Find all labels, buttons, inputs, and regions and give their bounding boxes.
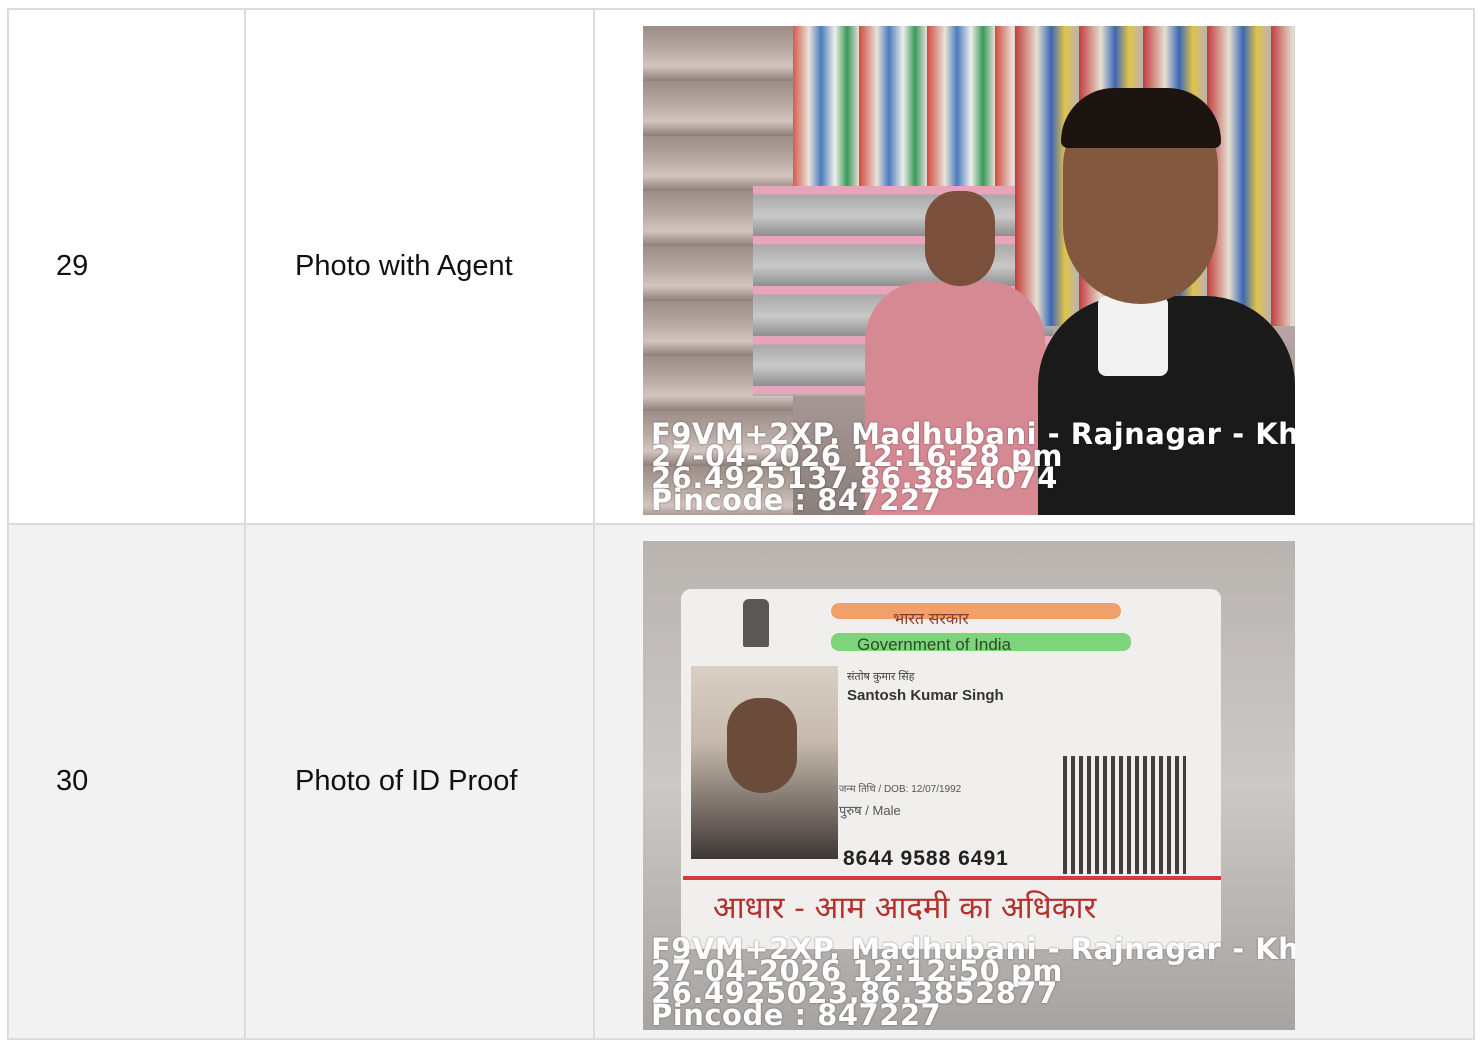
row-label: Photo of ID Proof	[244, 523, 595, 1040]
geo-stamp: F9VM+2XP, Madhubani - Rajnagar - Khut 27…	[651, 935, 1295, 1030]
row-number: 29	[7, 8, 246, 525]
card-hindi-header: भारत सरकार	[893, 611, 969, 628]
row-number: 30	[7, 523, 246, 1040]
card-tagline: आधार - आम आदमी का अधिकार	[713, 890, 1097, 926]
report-table: 29 Photo with Agent F9VM+2XP, Madhubani …	[7, 8, 1475, 1040]
card-name: Santosh Kumar Singh	[847, 687, 1004, 704]
card-uid: 8644 9588 6491	[843, 847, 1009, 870]
agent-photo[interactable]: F9VM+2XP, Madhubani - Rajnagar - Khut 27…	[643, 26, 1295, 515]
card-dob: जन्म तिथि / DOB: 12/07/1992	[839, 784, 962, 795]
id-proof-photo[interactable]: भारत सरकार Government of India संतोष कुम…	[643, 541, 1295, 1030]
emblem-icon	[743, 599, 769, 647]
geo-stamp: F9VM+2XP, Madhubani - Rajnagar - Khut 27…	[651, 420, 1295, 515]
qr-code-icon	[1063, 756, 1186, 874]
photo-cell: F9VM+2XP, Madhubani - Rajnagar - Khut 27…	[593, 8, 1475, 525]
card-gender: पुरुष / Male	[839, 803, 901, 818]
table-row: 29 Photo with Agent F9VM+2XP, Madhubani …	[7, 8, 1475, 525]
table-row: 30 Photo of ID Proof भारत सरकार Governme…	[7, 523, 1475, 1040]
photo-cell: भारत सरकार Government of India संतोष कुम…	[593, 523, 1475, 1040]
card-hindi-name: संतोष कुमार सिंह	[847, 671, 915, 683]
card-government: Government of India	[857, 635, 1012, 654]
row-label: Photo with Agent	[244, 8, 595, 525]
